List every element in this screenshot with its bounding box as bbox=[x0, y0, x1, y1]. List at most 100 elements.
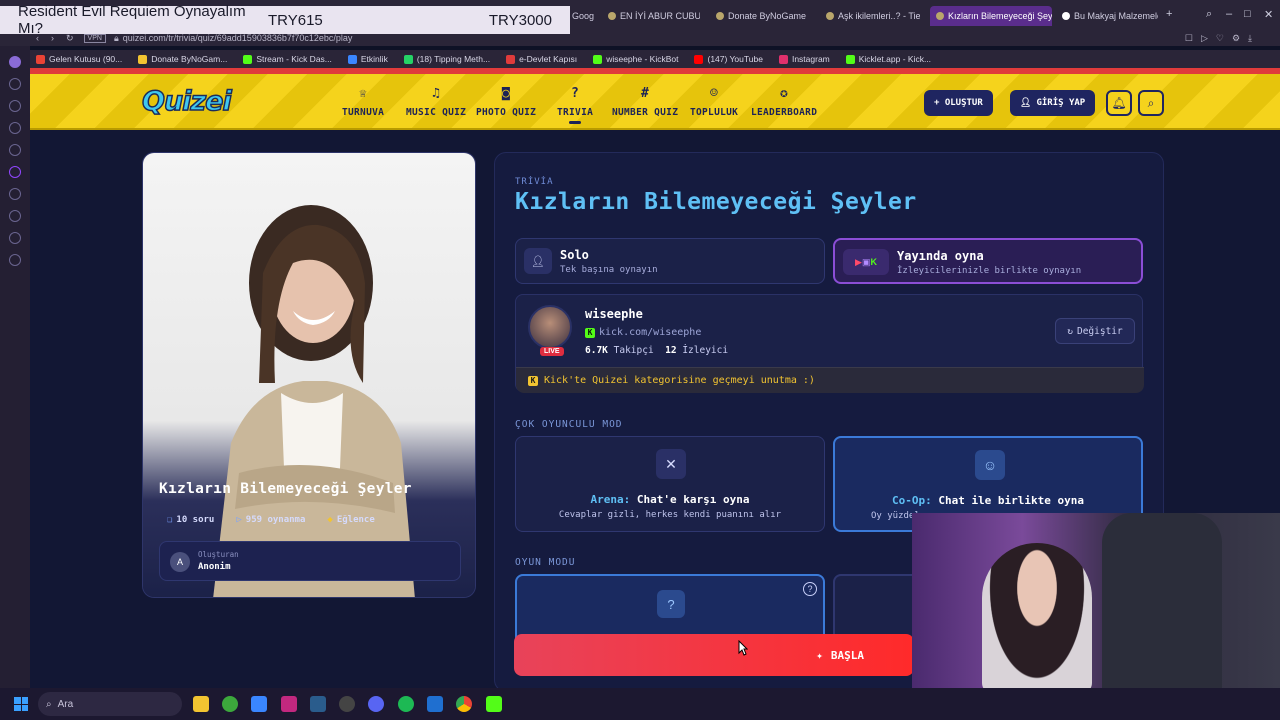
nav-item-leaderboard[interactable]: ✪ LEADERBOARD bbox=[751, 86, 817, 118]
sidebar-messenger-icon[interactable] bbox=[9, 78, 21, 90]
sidebar-player-icon[interactable] bbox=[9, 188, 21, 200]
question-bubble-icon: ? bbox=[570, 86, 580, 101]
nav-item-turnuva[interactable]: ♕ TURNUVA bbox=[342, 86, 384, 118]
maximize-icon[interactable]: □ bbox=[1244, 8, 1251, 20]
hash-icon: # bbox=[641, 86, 650, 101]
swords-icon: ✕ bbox=[656, 449, 686, 479]
user-icon: 👤︎ bbox=[524, 248, 552, 274]
sidebar-clock-icon[interactable] bbox=[9, 210, 21, 222]
browser-tab[interactable]: Aşk ikilemleri..? - Tie bbox=[826, 6, 920, 26]
sidebar-notes-icon[interactable] bbox=[9, 122, 21, 134]
browser-tab[interactable]: EN İYİ ABUR CUBUR bbox=[608, 6, 700, 26]
taskbar-search[interactable]: ⌕ Ara bbox=[38, 692, 182, 716]
create-button[interactable]: + OLUŞTUR bbox=[924, 90, 993, 116]
stream-platforms-icon: ▶ ▣ K bbox=[843, 249, 889, 275]
bookmark[interactable]: Etkinlik bbox=[347, 54, 388, 64]
spotify-icon[interactable] bbox=[398, 696, 414, 712]
nav-item-photo-quiz[interactable]: ◙ PHOTO QUIZ bbox=[476, 86, 536, 118]
browser-tab[interactable]: Bu Makyaj Malzemeleri bbox=[1062, 6, 1158, 26]
quiz-cover-card: Kızların Bilemeyeceği Şeyler ❏ 10 soru ▷ 9… bbox=[142, 152, 476, 598]
bookmark[interactable]: Donate ByNoGam... bbox=[138, 54, 227, 64]
sidebar-extensions-icon[interactable] bbox=[9, 232, 21, 244]
minimize-icon[interactable]: – bbox=[1226, 8, 1232, 20]
chrome-icon[interactable] bbox=[456, 696, 472, 712]
browser-tab[interactable]: Donate ByNoGame bbox=[716, 6, 808, 26]
webcam-overlay bbox=[912, 513, 1280, 688]
webcam-streamer bbox=[982, 543, 1092, 688]
nav-item-trivia[interactable]: ? TRIVIA bbox=[557, 86, 593, 124]
obs-icon[interactable] bbox=[339, 696, 355, 712]
sidebar-twitch-icon[interactable] bbox=[9, 166, 21, 178]
coop-title: Co-Op: Chat ile birlikte oyna bbox=[891, 494, 1085, 507]
bookmark[interactable]: wiseephe - KickBot bbox=[593, 54, 678, 64]
stream-title: Yayında oyna bbox=[897, 249, 984, 263]
file-explorer-icon[interactable] bbox=[193, 696, 209, 712]
browser-toolbar-icons[interactable]: ☐▷♡⚙⤓ bbox=[1185, 33, 1260, 44]
browser-tab-active[interactable]: Kızların Bilemeyeceği Şey bbox=[930, 6, 1052, 26]
overlay-price-2: TRY3000 bbox=[488, 11, 552, 29]
app-icon[interactable] bbox=[251, 696, 267, 712]
cover-quiz-title: Kızların Bilemeyeceği Şeyler bbox=[159, 481, 412, 497]
start-button[interactable]: ✦ BAŞLA bbox=[514, 634, 914, 676]
questions-icon: ❏ bbox=[167, 515, 173, 525]
kick-category-notice: K Kick'te Quizei kategorisine geçmeyi unu… bbox=[516, 367, 1144, 393]
sidebar-history-icon[interactable] bbox=[9, 100, 21, 112]
nav-item-music-quiz[interactable]: ♫ MUSIC QUIZ bbox=[406, 86, 466, 118]
bookmark[interactable]: (18) Tipping Meth... bbox=[403, 54, 490, 64]
nav-item-number-quiz[interactable]: # NUMBER QUIZ bbox=[612, 86, 678, 118]
switch-streamer-button[interactable]: ↻ Değiştir bbox=[1055, 318, 1135, 344]
live-badge: LIVE bbox=[540, 347, 564, 356]
tab-favicon bbox=[608, 12, 616, 20]
opera-gx-icon[interactable] bbox=[281, 696, 297, 712]
help-icon[interactable]: ? bbox=[803, 582, 817, 596]
bookmark[interactable]: Instagram bbox=[778, 54, 830, 64]
sparkle-icon: ✦ bbox=[816, 648, 823, 662]
sidebar-mail-icon[interactable] bbox=[9, 144, 21, 156]
stream-mode-card[interactable]: ▶ ▣ K Yayında oyna İzleyicilerinizle birli… bbox=[833, 238, 1143, 284]
login-button[interactable]: 👤︎ GİRİŞ YAP bbox=[1010, 90, 1096, 116]
windows-start-icon[interactable] bbox=[14, 697, 28, 711]
tab-favicon bbox=[826, 12, 834, 20]
site-logo[interactable]: Quizei bbox=[141, 85, 232, 118]
creator-box: A Oluşturan Anonim bbox=[159, 541, 461, 581]
bookmark[interactable]: Kicklet.app - Kick... bbox=[845, 54, 931, 64]
close-icon[interactable]: ✕ bbox=[1264, 8, 1273, 21]
quiz-category: TRİVİA bbox=[515, 177, 554, 187]
category-tag: ◆ Eğlence bbox=[327, 515, 375, 525]
play-icon: ▷ bbox=[236, 515, 242, 525]
kick-icon bbox=[243, 54, 253, 64]
kick-icon[interactable] bbox=[486, 696, 502, 712]
search-tabs-icon[interactable]: ⌕ bbox=[1206, 8, 1212, 21]
bookmark[interactable]: e-Devlet Kapısı bbox=[506, 54, 577, 64]
notification-bell-icon[interactable]: 🔔︎ bbox=[1106, 90, 1132, 116]
bookmark[interactable]: Stream - Kick Das... bbox=[243, 54, 332, 64]
streamer-link[interactable]: Kkick.com/wiseephe bbox=[585, 327, 701, 338]
camera-icon: ◙ bbox=[502, 86, 511, 101]
people-icon: ☺ bbox=[710, 86, 719, 101]
sidebar-home-icon[interactable] bbox=[9, 56, 21, 68]
people-icon: ☺ bbox=[975, 450, 1005, 480]
xbox-icon[interactable] bbox=[222, 696, 238, 712]
search-icon[interactable]: ⌕ bbox=[1138, 90, 1164, 116]
bookmark[interactable]: Gelen Kutusu (90... bbox=[36, 54, 122, 64]
sidebar-settings-icon[interactable] bbox=[9, 254, 21, 266]
browser-tab-bar: Resident Evil Requiem Oynayalım Mı? TRY6… bbox=[0, 0, 1280, 37]
mouse-cursor bbox=[738, 640, 748, 656]
webcam-chair bbox=[1102, 513, 1222, 688]
bookmarks-bar: Gelen Kutusu (90... Donate ByNoGam... St… bbox=[0, 50, 1280, 68]
nav-item-topluluk[interactable]: ☺ TOPLULUK bbox=[690, 86, 738, 118]
tipping-icon bbox=[403, 54, 413, 64]
bookmark[interactable]: (147) YouTube bbox=[694, 54, 763, 64]
discord-icon[interactable] bbox=[368, 696, 384, 712]
steam-icon[interactable] bbox=[310, 696, 326, 712]
kickbot-icon bbox=[593, 54, 603, 64]
solo-mode-card[interactable]: 👤︎ Solo Tek başına oynayın bbox=[515, 238, 825, 284]
new-tab-icon[interactable]: + bbox=[1166, 8, 1172, 20]
app-icon-2[interactable] bbox=[427, 696, 443, 712]
creator-name: Anonim bbox=[198, 562, 231, 572]
streamer-stats: 6.7K Takipçi 12 İzleyici bbox=[585, 345, 729, 356]
arena-mode-card[interactable]: ✕ Arena: Chat'e karşı oyna Cevaplar gizl… bbox=[515, 436, 825, 532]
browser-tab[interactable]: Goog bbox=[572, 6, 600, 26]
creator-label: Oluşturan bbox=[198, 550, 239, 559]
tab-favicon bbox=[716, 12, 724, 20]
